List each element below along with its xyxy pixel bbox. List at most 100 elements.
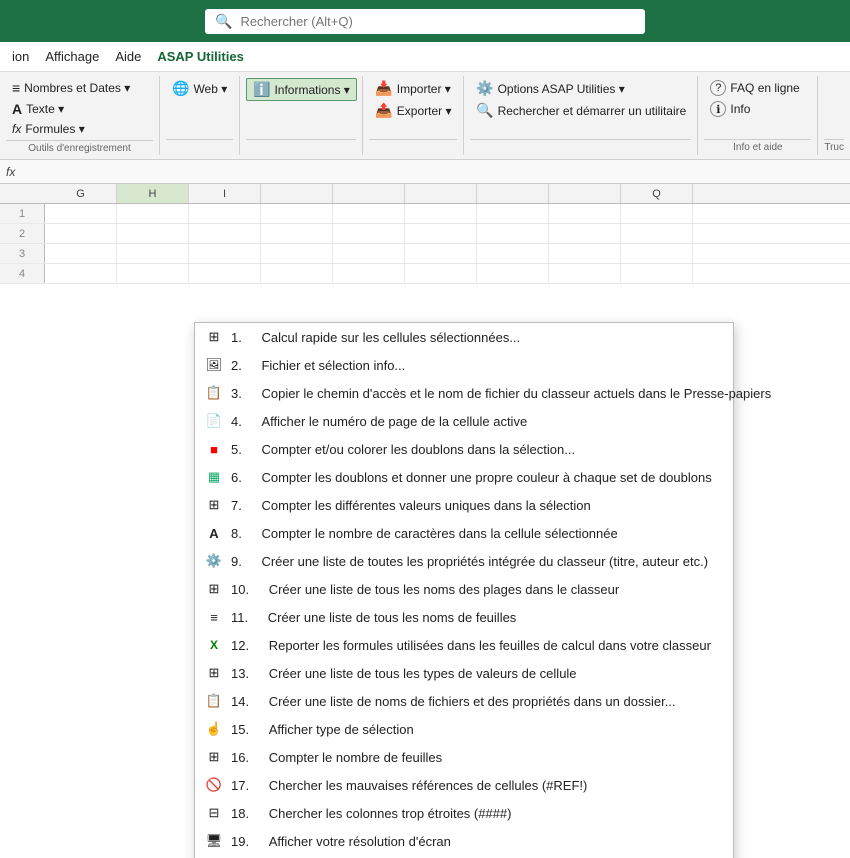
col-header-blank4 — [477, 184, 549, 203]
menu-item-aide[interactable]: Aide — [107, 45, 149, 68]
dropdown-item-14[interactable]: 📋 14. Créer une liste de noms de fichier… — [195, 687, 733, 715]
item-7-text: Compter les différentes valeurs uniques … — [261, 498, 590, 513]
importer-icon: 📥 — [375, 80, 392, 97]
options-group-label — [470, 139, 691, 153]
info-label: Info — [730, 102, 750, 116]
cell-k1[interactable] — [333, 204, 405, 223]
cell-g1[interactable] — [45, 204, 117, 223]
dropdown-item-10[interactable]: ⊞ 10. Créer une liste de tous les noms d… — [195, 575, 733, 603]
item-10-text: Créer une liste de tous les noms des pla… — [269, 582, 619, 597]
item-15-icon: ☝ — [205, 720, 223, 738]
item-1-icon: ⊞ — [205, 328, 223, 346]
dropdown-item-11[interactable]: ≡ 11. Créer une liste de tous les noms d… — [195, 603, 733, 631]
dropdown-item-19[interactable]: 🖥 19. Afficher votre résolution d'écran — [195, 827, 733, 855]
rechercher-icon: 🔍 — [476, 102, 493, 119]
dropdown-item-8[interactable]: A 8. Compter le nombre de caractères dan… — [195, 519, 733, 547]
item-14-icon: 📋 — [205, 692, 223, 710]
exporter-label: Exporter ▾ — [397, 104, 452, 118]
faq-icon: ? — [710, 80, 726, 96]
dropdown-item-9[interactable]: ⚙️ 9. Créer une liste de toutes les prop… — [195, 547, 733, 575]
item-2-label: 2. — [231, 358, 242, 373]
grid-rows: 1 2 3 4 — [0, 204, 850, 284]
ribbon-group-import-export: 📥 Importer ▾ 📤 Exporter ▾ — [363, 76, 464, 155]
ribbon-group-faq: ? FAQ en ligne ℹ Info Info et aide — [698, 76, 818, 155]
ribbon-btn-informations[interactable]: ℹ️ Informations ▾ — [246, 78, 357, 101]
dropdown-item-17[interactable]: 🚫 17. Chercher les mauvaises références … — [195, 771, 733, 799]
row-num-4: 4 — [0, 264, 45, 283]
item-9-text: Créer une liste de toutes les propriétés… — [261, 554, 708, 569]
dropdown-item-18[interactable]: ⊟ 18. Chercher les colonnes trop étroite… — [195, 799, 733, 827]
ribbon-group-informations: ℹ️ Informations ▾ — [240, 76, 363, 155]
menu-item-ion[interactable]: ion — [4, 45, 37, 68]
item-13-text: Créer une liste de tous les types de val… — [269, 666, 577, 681]
grid-row-3: 3 — [0, 244, 850, 264]
grid-row-2: 2 — [0, 224, 850, 244]
row-num-2: 2 — [0, 224, 45, 243]
item-15-text: Afficher type de sélection — [269, 722, 414, 737]
item-10-icon: ⊞ — [205, 580, 223, 598]
item-18-icon: ⊟ — [205, 804, 223, 822]
cell-m1[interactable] — [477, 204, 549, 223]
item-13-label: 13. — [231, 666, 249, 681]
dropdown-item-2[interactable]: 🖼 2. Fichier et sélection info... — [195, 351, 733, 379]
ribbon: ≡ Nombres et Dates ▾ A Texte ▾ fx Formul… — [0, 72, 850, 160]
dropdown-item-3[interactable]: 📋 3. Copier le chemin d'accès et le nom … — [195, 379, 733, 407]
item-3-text: Copier le chemin d'accès et le nom de fi… — [261, 386, 771, 401]
ribbon-btn-options[interactable]: ⚙️ Options ASAP Utilities ▾ — [470, 78, 692, 99]
dropdown-item-16[interactable]: ⊞ 16. Compter le nombre de feuilles — [195, 743, 733, 771]
search-input-wrapper[interactable]: 🔍 — [205, 9, 645, 34]
dropdown-item-12[interactable]: X 12. Reporter les formules utilisées da… — [195, 631, 733, 659]
faq-group-label: Info et aide — [704, 139, 811, 153]
menu-item-affichage[interactable]: Affichage — [37, 45, 107, 68]
item-6-icon: ▦ — [205, 468, 223, 486]
formules-label: Formules ▾ — [25, 122, 84, 136]
item-12-text: Reporter les formules utilisées dans les… — [269, 638, 711, 653]
cell-l1[interactable] — [405, 204, 477, 223]
dropdown-item-15[interactable]: ☝ 15. Afficher type de sélection — [195, 715, 733, 743]
ribbon-btn-nombres-dates[interactable]: ≡ Nombres et Dates ▾ — [6, 78, 136, 98]
ribbon-btn-faq[interactable]: ? FAQ en ligne — [704, 78, 805, 98]
ribbon-btn-rechercher[interactable]: 🔍 Rechercher et démarrer un utilitaire — [470, 100, 692, 121]
ribbon-btn-formules[interactable]: fx Formules ▾ — [6, 120, 136, 138]
web-icon: 🌐 — [172, 80, 189, 97]
dropdown-item-6[interactable]: ▦ 6. Compter les doublons et donner une … — [195, 463, 733, 491]
col-header-q: Q — [621, 184, 693, 203]
item-18-text: Chercher les colonnes trop étroites (###… — [269, 806, 512, 821]
ribbon-btn-texte[interactable]: A Texte ▾ — [6, 99, 136, 119]
menu-item-asap[interactable]: ASAP Utilities — [149, 45, 251, 68]
item-8-label: 8. — [231, 526, 242, 541]
item-19-icon: 🖥 — [205, 832, 223, 850]
importer-label: Importer ▾ — [397, 82, 451, 96]
item-6-label: 6. — [231, 470, 242, 485]
dropdown-item-4[interactable]: 📄 4. Afficher le numéro de page de la ce… — [195, 407, 733, 435]
item-10-label: 10. — [231, 582, 249, 597]
dropdown-item-13[interactable]: ⊞ 13. Créer une liste de tous les types … — [195, 659, 733, 687]
rechercher-label: Rechercher et démarrer un utilitaire — [498, 104, 687, 118]
item-16-text: Compter le nombre de feuilles — [269, 750, 442, 765]
item-1-text: Calcul rapide sur les cellules sélection… — [261, 330, 520, 345]
ribbon-btn-web[interactable]: 🌐 Web ▾ — [166, 78, 233, 99]
dropdown-item-7[interactable]: ⊞ 7. Compter les différentes valeurs uni… — [195, 491, 733, 519]
dropdown-item-1[interactable]: ⊞ 1. Calcul rapide sur les cellules séle… — [195, 323, 733, 351]
item-16-label: 16. — [231, 750, 249, 765]
cell-n1[interactable] — [549, 204, 621, 223]
item-11-label: 11. — [231, 610, 248, 625]
col-header-h: H — [117, 184, 189, 203]
item-19-text: Afficher votre résolution d'écran — [269, 834, 451, 849]
cell-i1[interactable] — [189, 204, 261, 223]
search-input[interactable] — [240, 14, 635, 29]
menu-bar: ion Affichage Aide ASAP Utilities — [0, 42, 850, 72]
item-17-text: Chercher les mauvaises références de cel… — [269, 778, 588, 793]
cell-q1[interactable] — [621, 204, 693, 223]
dropdown-item-5[interactable]: ■ 5. Compter et/ou colorer les doublons … — [195, 435, 733, 463]
item-2-text: Fichier et sélection info... — [261, 358, 405, 373]
search-icon: 🔍 — [215, 13, 232, 30]
ribbon-btn-info[interactable]: ℹ Info — [704, 99, 805, 119]
ribbon-btn-importer[interactable]: 📥 Importer ▾ — [369, 78, 457, 99]
enregistrement-group-label: Outils d'enregistrement — [6, 140, 153, 154]
ribbon-btn-exporter[interactable]: 📤 Exporter ▾ — [369, 100, 457, 121]
col-header-blank5 — [549, 184, 621, 203]
informations-icon: ℹ️ — [253, 81, 270, 98]
cell-h1[interactable] — [117, 204, 189, 223]
cell-j1[interactable] — [261, 204, 333, 223]
